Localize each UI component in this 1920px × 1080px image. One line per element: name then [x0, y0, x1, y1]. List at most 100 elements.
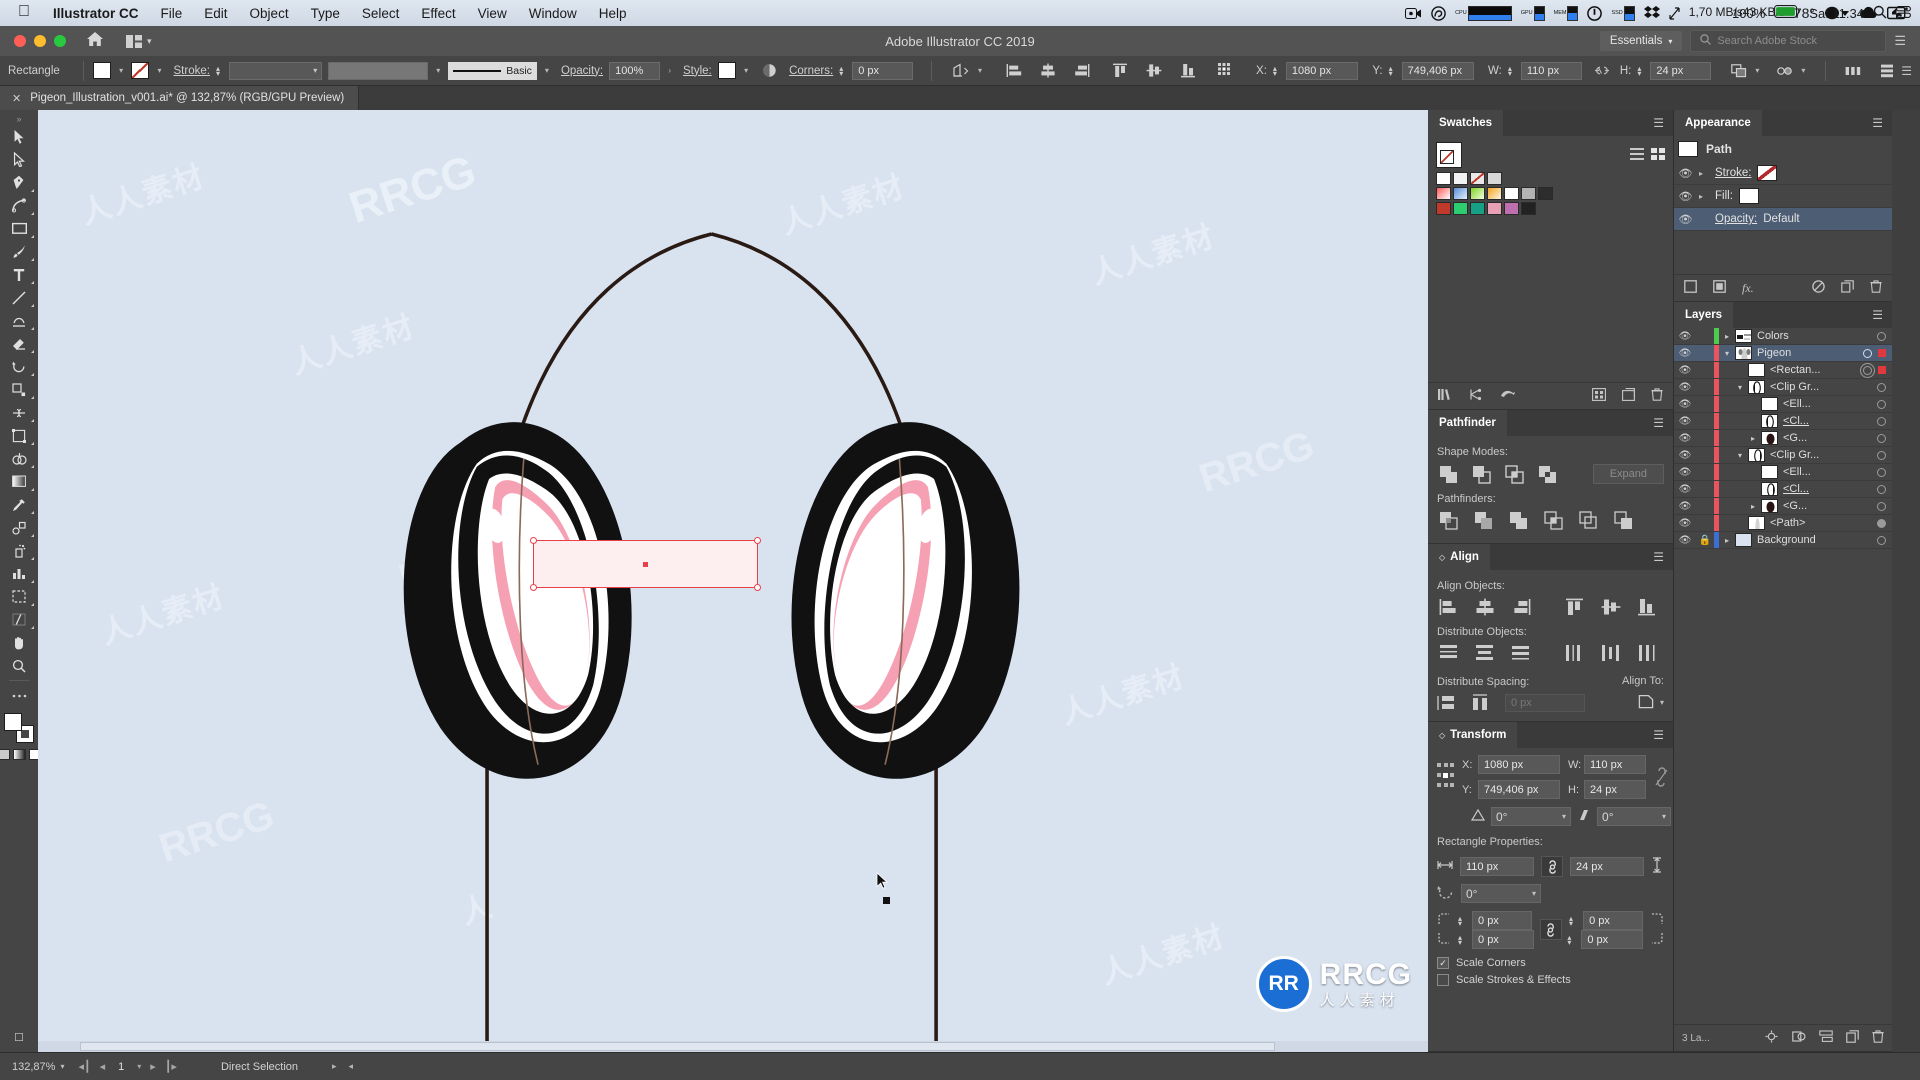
- distribute-spacing-icon[interactable]: [1218, 62, 1238, 79]
- target-indicator[interactable]: [1877, 416, 1886, 426]
- distribute-top-icon[interactable]: [1439, 644, 1459, 662]
- align-bottom-icon[interactable]: [1180, 62, 1196, 79]
- swatch-cell[interactable]: [1521, 187, 1536, 200]
- distribute-center-v-icon[interactable]: [1475, 644, 1495, 662]
- slice-tool[interactable]: [2, 608, 36, 631]
- align-left-icon[interactable]: [1439, 598, 1459, 616]
- swatch-cell[interactable]: [1470, 202, 1485, 215]
- align-center-h-icon[interactable]: [1475, 598, 1495, 616]
- stroke-weight-stepper[interactable]: ▴ ▾: [216, 64, 223, 77]
- collapsed-panel-strip[interactable]: [1892, 110, 1920, 1052]
- swatch-cell[interactable]: [1487, 187, 1502, 200]
- corners-label[interactable]: Corners:: [789, 65, 833, 77]
- scale-strokes-checkbox[interactable]: [1437, 974, 1449, 986]
- chevron-right-icon[interactable]: ▸: [1745, 502, 1761, 511]
- fill-stroke-indicator[interactable]: [4, 713, 34, 743]
- vertical-distribute-space-icon[interactable]: [1437, 694, 1457, 712]
- zoom-tool[interactable]: [2, 654, 36, 677]
- layer-name[interactable]: Background: [1757, 534, 1816, 546]
- target-indicator[interactable]: [1877, 399, 1886, 409]
- visibility-eye-icon[interactable]: 👁: [1674, 501, 1696, 512]
- target-indicator[interactable]: [1877, 382, 1886, 392]
- pen-tool[interactable]: [2, 171, 36, 194]
- x-stepper[interactable]: ▴ ▾: [1273, 64, 1280, 77]
- chevron-down-icon[interactable]: ▾: [155, 66, 163, 75]
- rect-width-field[interactable]: 110 px: [1460, 857, 1534, 876]
- corner-bl-stepper[interactable]: ▴ ▾: [1458, 933, 1465, 946]
- outline-icon[interactable]: [1579, 511, 1598, 530]
- anchor-point[interactable]: [530, 537, 537, 544]
- layer-name[interactable]: <Clip Gr...: [1770, 449, 1819, 461]
- exclude-icon[interactable]: [1538, 465, 1557, 484]
- trim-icon[interactable]: [1474, 511, 1493, 530]
- spotlight-search-icon[interactable]: [1873, 5, 1887, 22]
- page-number[interactable]: 1: [114, 1061, 128, 1073]
- distribute-spacing-field[interactable]: 0 px: [1505, 694, 1585, 712]
- free-transform-tool[interactable]: [2, 424, 36, 447]
- swatch-cell[interactable]: [1436, 187, 1451, 200]
- corner-bl-field[interactable]: 0 px: [1472, 930, 1534, 949]
- next-page-icon[interactable]: ▸: [150, 1060, 156, 1073]
- opacity-mask-icon[interactable]: [762, 62, 777, 79]
- stroke-swatch[interactable]: [1757, 165, 1778, 181]
- mem-monitor[interactable]: MEM: [1554, 5, 1579, 21]
- menu-effect[interactable]: Effect: [410, 6, 466, 21]
- control-bar-overflow-icon[interactable]: ☰: [1901, 64, 1912, 78]
- transform-icon[interactable]: [953, 62, 970, 79]
- hand-tool[interactable]: [2, 631, 36, 654]
- layer-name[interactable]: <Path>: [1770, 517, 1805, 529]
- fill-row[interactable]: 👁 ▸ Fill:: [1674, 185, 1892, 208]
- chevron-down-icon[interactable]: ▾: [1719, 349, 1735, 358]
- minus-back-icon[interactable]: [1614, 511, 1633, 530]
- anchor-point[interactable]: [754, 537, 761, 544]
- align-top-icon[interactable]: [1565, 598, 1585, 616]
- horizontal-scrollbar[interactable]: [38, 1041, 1428, 1052]
- workspace-switcher[interactable]: Essentials ▾: [1599, 31, 1683, 51]
- layer-name[interactable]: <Clip Gr...: [1770, 381, 1819, 393]
- transform-y-field[interactable]: 749,406 px: [1478, 780, 1560, 799]
- visibility-eye-icon[interactable]: 👁: [1674, 467, 1696, 478]
- layer-row[interactable]: 👁 ▾ <Clip Gr...: [1674, 447, 1892, 464]
- target-indicator[interactable]: [1863, 348, 1872, 358]
- screen-recorder-icon[interactable]: [1405, 7, 1422, 20]
- link-corner-radii-icon[interactable]: [1539, 919, 1562, 940]
- apple-icon[interactable]: : [10, 3, 42, 24]
- layer-name[interactable]: <Ell...: [1783, 466, 1811, 478]
- maximize-window-button[interactable]: [54, 35, 66, 47]
- h-stepper[interactable]: ▴ ▾: [1637, 64, 1644, 77]
- layer-row[interactable]: 👁 <Ell...: [1674, 464, 1892, 481]
- swatch-cell[interactable]: [1470, 187, 1485, 200]
- panel-expand-icon[interactable]: ☰: [1894, 33, 1910, 49]
- target-indicator[interactable]: [1877, 331, 1886, 341]
- chevron-down-icon[interactable]: ▾: [147, 36, 152, 47]
- line-segment-tool[interactable]: [2, 286, 36, 309]
- y-stepper[interactable]: ▴ ▾: [1389, 64, 1396, 77]
- tab-align[interactable]: ◇ Align: [1428, 544, 1490, 570]
- show-swatch-kinds-icon[interactable]: [1469, 388, 1484, 404]
- eyedropper-tool[interactable]: [2, 493, 36, 516]
- swatch-cell[interactable]: [1521, 202, 1536, 215]
- distribute-v-icon[interactable]: [1879, 62, 1895, 79]
- ssd-monitor[interactable]: SSD: [1611, 5, 1635, 21]
- graphic-style-swatch[interactable]: [717, 62, 737, 79]
- visibility-eye-icon[interactable]: 👁: [1674, 348, 1696, 359]
- distribute-right-icon[interactable]: [1637, 644, 1657, 662]
- new-color-group-icon[interactable]: [1592, 388, 1606, 404]
- chevron-down-icon[interactable]: ▾: [543, 66, 551, 75]
- current-tool-label[interactable]: Direct Selection: [183, 1061, 298, 1073]
- shaper-tool[interactable]: [2, 309, 36, 332]
- shape-builder-tool[interactable]: [2, 447, 36, 470]
- unite-icon[interactable]: [1439, 465, 1458, 484]
- minus-front-icon[interactable]: [1472, 465, 1491, 484]
- eraser-tool[interactable]: [2, 332, 36, 355]
- paintbrush-tool[interactable]: [2, 240, 36, 263]
- home-icon[interactable]: [86, 31, 104, 52]
- visibility-eye-icon[interactable]: 👁: [1678, 167, 1693, 180]
- layers-list[interactable]: 👁 ▸ Colors 👁 ▾ Pigeon 👁 <Rectan... 👁 ▾ <Clip Gr...…: [1674, 328, 1892, 1024]
- w-stepper[interactable]: ▴ ▾: [1508, 64, 1515, 77]
- lock-icon[interactable]: 🔒: [1696, 535, 1714, 546]
- visibility-eye-icon[interactable]: 👁: [1678, 213, 1693, 226]
- transform-x-field[interactable]: 1080 px: [1478, 755, 1560, 774]
- w-field[interactable]: 110 px: [1520, 61, 1582, 80]
- scale-corners-row[interactable]: ✓ Scale Corners: [1437, 957, 1664, 969]
